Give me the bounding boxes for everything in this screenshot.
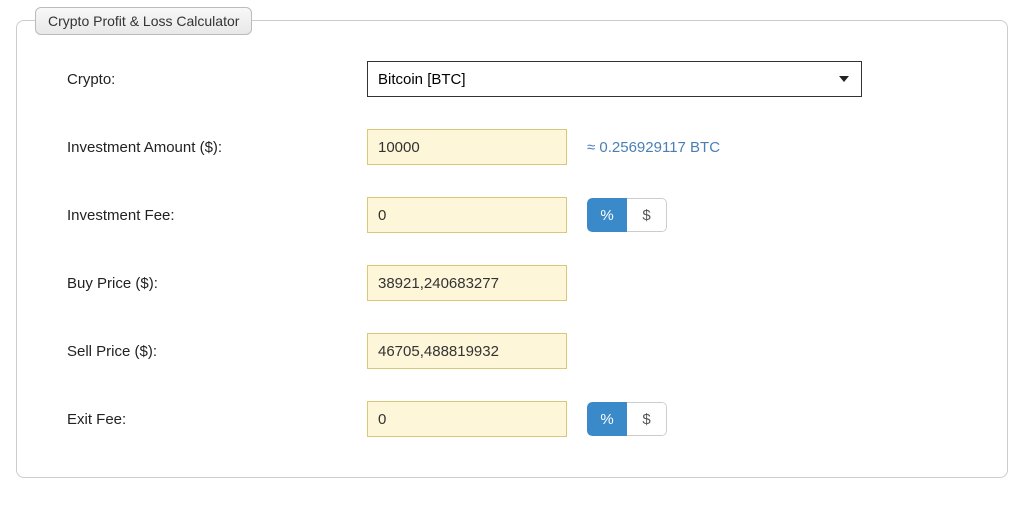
buy-price-input[interactable] bbox=[367, 265, 567, 301]
crypto-select-wrapper: Bitcoin [BTC] bbox=[367, 61, 862, 97]
investment-amount-label: Investment Amount ($): bbox=[67, 139, 367, 156]
investment-amount-approx: ≈ 0.256929117 BTC bbox=[587, 139, 720, 156]
calculator-legend: Crypto Profit & Loss Calculator bbox=[35, 7, 252, 35]
investment-amount-row: Investment Amount ($): ≈ 0.256929117 BTC bbox=[67, 129, 957, 165]
investment-fee-dollar-button[interactable]: $ bbox=[627, 198, 667, 232]
exit-fee-label: Exit Fee: bbox=[67, 411, 367, 428]
investment-fee-row: Investment Fee: % $ bbox=[67, 197, 957, 233]
exit-fee-percent-button[interactable]: % bbox=[587, 402, 627, 436]
investment-fee-percent-button[interactable]: % bbox=[587, 198, 627, 232]
exit-fee-unit-toggle: % $ bbox=[587, 402, 667, 436]
exit-fee-dollar-button[interactable]: $ bbox=[627, 402, 667, 436]
calculator-fieldset: Crypto Profit & Loss Calculator Crypto: … bbox=[16, 20, 1008, 478]
crypto-row: Crypto: Bitcoin [BTC] bbox=[67, 61, 957, 97]
sell-price-label: Sell Price ($): bbox=[67, 343, 367, 360]
exit-fee-row: Exit Fee: % $ bbox=[67, 401, 957, 437]
exit-fee-input[interactable] bbox=[367, 401, 567, 437]
investment-amount-input[interactable] bbox=[367, 129, 567, 165]
investment-fee-input[interactable] bbox=[367, 197, 567, 233]
crypto-select[interactable]: Bitcoin [BTC] bbox=[367, 61, 862, 97]
buy-price-label: Buy Price ($): bbox=[67, 275, 367, 292]
buy-price-row: Buy Price ($): bbox=[67, 265, 957, 301]
investment-fee-label: Investment Fee: bbox=[67, 207, 367, 224]
investment-fee-unit-toggle: % $ bbox=[587, 198, 667, 232]
crypto-label: Crypto: bbox=[67, 71, 367, 88]
sell-price-row: Sell Price ($): bbox=[67, 333, 957, 369]
sell-price-input[interactable] bbox=[367, 333, 567, 369]
